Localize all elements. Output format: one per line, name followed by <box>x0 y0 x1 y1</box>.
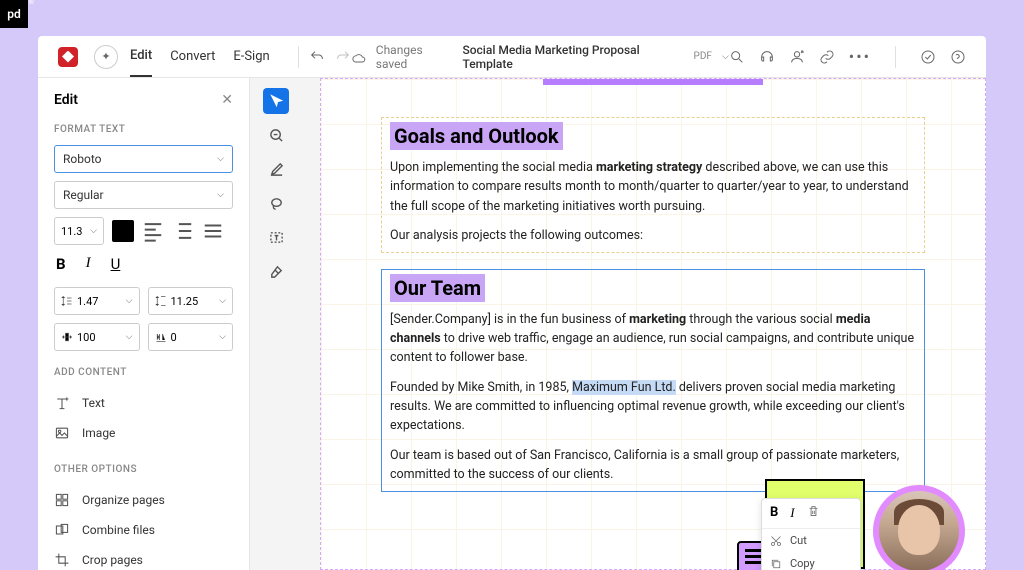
combine-files-button[interactable]: Combine files <box>54 515 233 545</box>
ctx-italic-button[interactable]: I <box>790 505 794 522</box>
ctx-delete-button[interactable] <box>807 505 820 522</box>
lasso-tool[interactable] <box>263 190 289 216</box>
paragraph-spacing-input[interactable]: 11.25⌵ <box>148 287 234 315</box>
topbar: ✦ Edit Convert E-Sign Changes saved Soci… <box>38 36 986 78</box>
format-tag: PDF <box>694 51 712 62</box>
undo-icon[interactable] <box>309 49 325 65</box>
font-family-select[interactable]: Roboto⌵ <box>54 145 233 173</box>
app-logo-icon <box>58 47 78 67</box>
tracking-input[interactable]: 0⌵ <box>148 323 234 351</box>
font-weight-select[interactable]: Regular⌵ <box>54 181 233 209</box>
italic-button[interactable]: I <box>86 255 91 273</box>
tab-convert[interactable]: Convert <box>170 37 215 76</box>
text-box-tool[interactable] <box>263 224 289 250</box>
select-tool[interactable] <box>263 88 289 114</box>
ctx-bold-button[interactable]: B <box>770 505 778 522</box>
selected-text: Maximum Fun Ltd. <box>572 380 676 395</box>
heading-team[interactable]: Our Team <box>390 274 485 302</box>
tab-edit[interactable]: Edit <box>130 36 152 77</box>
ctx-cut[interactable]: Cut <box>762 529 860 552</box>
help-icon[interactable] <box>950 49 966 65</box>
paragraph[interactable]: [Sender.Company] is in the fun business … <box>390 310 916 368</box>
headphones-icon[interactable] <box>759 49 775 65</box>
font-size-input[interactable]: 11.3⌵ <box>54 217 104 245</box>
link-icon[interactable] <box>819 49 835 65</box>
bold-button[interactable]: B <box>56 255 66 273</box>
canvas-toolbar <box>260 88 292 284</box>
organize-pages-button[interactable]: Organize pages <box>54 485 233 515</box>
color-swatch[interactable] <box>112 220 134 242</box>
close-panel-button[interactable]: ✕ <box>221 92 233 108</box>
align-left-icon[interactable] <box>142 220 164 242</box>
section-other-options: OTHER OPTIONS <box>54 464 233 475</box>
list-icon[interactable] <box>172 220 194 242</box>
cloud-icon <box>351 49 366 65</box>
share-user-icon[interactable] <box>789 49 805 65</box>
page-header-strip <box>543 79 763 85</box>
eraser-tool[interactable] <box>263 258 289 284</box>
ctx-copy[interactable]: Copy <box>762 552 860 570</box>
text-block-goals[interactable]: Goals and Outlook Upon implementing the … <box>381 117 925 253</box>
heading-goals[interactable]: Goals and Outlook <box>390 122 563 150</box>
title-dropdown-icon[interactable]: ⌵ <box>722 52 729 62</box>
more-icon[interactable]: ••• <box>849 47 871 66</box>
panel-title: Edit <box>54 92 78 108</box>
document-canvas[interactable]: Goals and Outlook Upon implementing the … <box>250 78 986 570</box>
ai-assist-button[interactable]: ✦ <box>94 45 118 69</box>
edit-panel: Edit ✕ FORMAT TEXT Roboto⌵ Regular⌵ 11.3… <box>38 78 250 570</box>
paragraph[interactable]: Upon implementing the social media marke… <box>390 158 916 216</box>
more-format-icon[interactable] <box>202 220 224 242</box>
section-add-content: ADD CONTENT <box>54 367 233 378</box>
brand-badge: pd® <box>0 0 28 28</box>
save-status: Changes saved <box>376 43 453 71</box>
line-height-input[interactable]: 1.47⌵ <box>54 287 140 315</box>
zoom-tool[interactable] <box>263 122 289 148</box>
app-window: ✦ Edit Convert E-Sign Changes saved Soci… <box>38 36 986 570</box>
underline-button[interactable]: U <box>111 255 121 273</box>
paragraph[interactable]: Founded by Mike Smith, in 1985, Maximum … <box>390 378 916 436</box>
avatar-image[interactable] <box>873 485 965 570</box>
search-icon[interactable] <box>729 49 745 65</box>
check-circle-icon[interactable] <box>920 49 936 65</box>
add-image-button[interactable]: Image <box>54 418 233 448</box>
document-title[interactable]: Social Media Marketing Proposal Template <box>462 43 679 71</box>
paragraph[interactable]: Our analysis projects the following outc… <box>390 226 916 245</box>
horizontal-scale-input[interactable]: 100⌵ <box>54 323 140 351</box>
tab-esign[interactable]: E-Sign <box>233 37 269 76</box>
redo-icon[interactable] <box>335 49 351 65</box>
pen-tool[interactable] <box>263 156 289 182</box>
context-menu: B I Cut Copy Select all <box>761 498 861 570</box>
page[interactable]: Goals and Outlook Upon implementing the … <box>320 78 986 570</box>
section-format-text: FORMAT TEXT <box>54 124 233 135</box>
text-block-team[interactable]: Our Team [Sender.Company] is in the fun … <box>381 269 925 492</box>
add-text-button[interactable]: Text <box>54 388 233 418</box>
crop-pages-button[interactable]: Crop pages <box>54 545 233 570</box>
